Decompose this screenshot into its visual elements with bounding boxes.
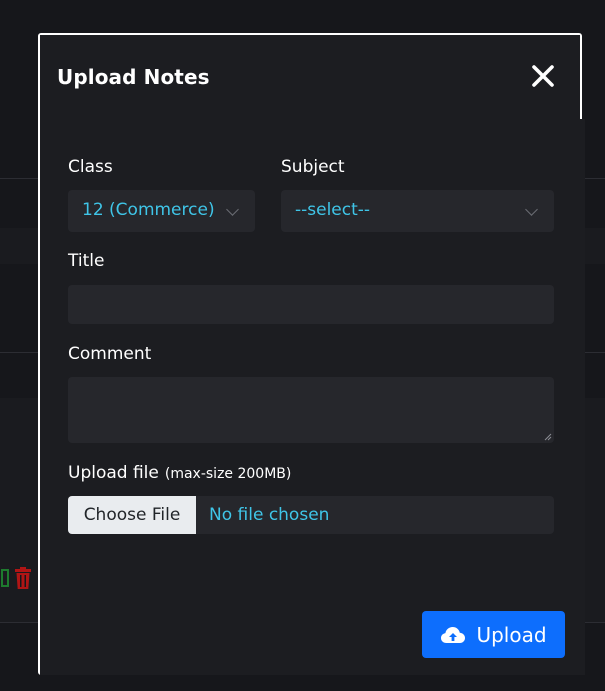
trash-icon[interactable]	[14, 566, 32, 590]
chevron-down-icon	[525, 203, 538, 216]
title-label: Title	[68, 251, 105, 271]
modal-body: Class 12 (Commerce) Subject --select-- T…	[40, 119, 585, 675]
edit-icon[interactable]	[0, 566, 10, 590]
upload-file-label: Upload file (max-size 200MB)	[68, 463, 291, 483]
file-status-text: No file chosen	[209, 505, 330, 525]
class-label: Class	[68, 157, 113, 177]
upload-notes-modal: Upload Notes Class 12 (Commerce) Subject…	[38, 33, 585, 675]
upload-file-size-note: (max-size 200MB)	[164, 466, 292, 482]
resize-handle-icon[interactable]	[544, 433, 552, 441]
subject-select-value: --select--	[295, 200, 371, 220]
background-row-actions	[0, 566, 32, 590]
class-select-value: 12 (Commerce)	[82, 200, 215, 220]
comment-label: Comment	[68, 344, 152, 364]
close-button[interactable]	[530, 63, 556, 89]
class-select[interactable]: 12 (Commerce)	[68, 190, 255, 232]
upload-button-label: Upload	[476, 622, 547, 647]
subject-label: Subject	[281, 157, 345, 177]
close-icon	[532, 65, 554, 87]
subject-select[interactable]: --select--	[281, 190, 554, 232]
upload-button[interactable]: Upload	[422, 611, 565, 658]
comment-textarea[interactable]	[68, 377, 554, 443]
choose-file-button[interactable]: Choose File	[68, 496, 196, 534]
modal-header: Upload Notes	[40, 35, 580, 119]
chevron-down-icon	[226, 203, 239, 216]
cloud-upload-icon	[441, 626, 466, 643]
modal-title: Upload Notes	[57, 65, 210, 89]
title-input[interactable]	[68, 285, 554, 324]
upload-file-label-text: Upload file	[68, 463, 159, 483]
file-input[interactable]: Choose File No file chosen	[68, 496, 554, 534]
